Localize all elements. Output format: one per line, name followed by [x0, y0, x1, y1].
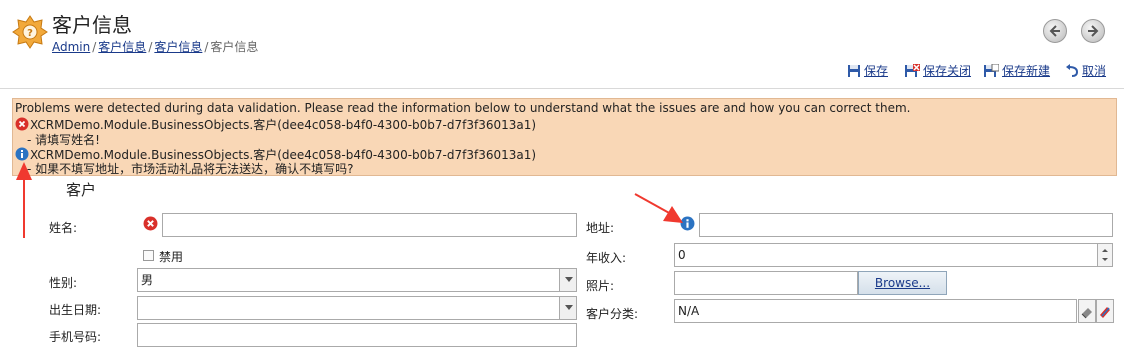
save-new-icon — [984, 63, 1000, 77]
photo-file-path[interactable] — [674, 271, 858, 295]
clear-icon — [1100, 307, 1110, 318]
undo-icon — [1066, 64, 1079, 77]
address-info-icon — [680, 216, 695, 231]
browse-button[interactable]: Browse... — [858, 271, 947, 295]
name-error-icon — [143, 216, 158, 231]
name-input[interactable] — [162, 213, 577, 237]
arrow-right-icon — [1088, 25, 1099, 37]
up-down-arrows-icon — [1102, 249, 1108, 261]
arrow-left-icon — [1049, 25, 1060, 37]
validation-error-item: XCRMDemo.Module.BusinessObjects.客户(dee4c… — [15, 117, 536, 132]
back-button[interactable] — [1043, 19, 1067, 43]
page-title: 客户信息 — [52, 13, 132, 37]
validation-summary-panel: Problems were detected during data valid… — [12, 98, 1117, 176]
disabled-checkbox[interactable] — [143, 250, 154, 261]
save-new-button[interactable]: 保存新建 — [983, 62, 1050, 79]
gender-select-value: 男 — [141, 273, 154, 287]
validation-error-message: - 请填写姓名! — [27, 133, 100, 147]
mobile-label: 手机号码: — [49, 330, 102, 344]
income-label: 年收入: — [586, 251, 627, 265]
save-close-button[interactable]: 保存关闭 — [904, 62, 971, 79]
disabled-label: 禁用 — [159, 250, 184, 264]
forward-button[interactable] — [1081, 19, 1105, 43]
annotation-arrow-right — [634, 193, 683, 223]
income-value: 0 — [678, 248, 686, 262]
svg-text:?: ? — [27, 28, 33, 39]
gender-select[interactable]: 男 — [137, 268, 577, 292]
save-button[interactable]: 保存 — [847, 62, 888, 79]
birthdate-label: 出生日期: — [49, 303, 102, 317]
save-icon — [848, 65, 860, 77]
breadcrumb-customer-info-1[interactable]: 客户信息 — [98, 40, 146, 54]
error-icon — [15, 117, 29, 131]
cancel-button[interactable]: 取消 — [1065, 62, 1106, 79]
address-input[interactable] — [699, 213, 1113, 237]
chevron-down-icon[interactable] — [559, 297, 576, 319]
section-title: 客户 — [66, 181, 97, 199]
eraser-icon — [1081, 308, 1092, 319]
breadcrumb-customer-info-2[interactable]: 客户信息 — [154, 40, 202, 54]
clear-category-button[interactable] — [1096, 299, 1114, 323]
address-label: 地址: — [586, 221, 615, 235]
gender-label: 性别: — [49, 276, 78, 290]
validation-summary-text: Problems were detected during data valid… — [15, 101, 911, 115]
category-label: 客户分类: — [586, 307, 639, 321]
info-icon — [15, 147, 29, 161]
name-label: 姓名: — [49, 221, 78, 235]
breadcrumb-admin[interactable]: Admin — [52, 40, 90, 54]
chevron-down-icon[interactable] — [559, 269, 576, 291]
income-spinner[interactable]: 0 — [674, 243, 1113, 267]
photo-label: 照片: — [586, 279, 615, 293]
breadcrumb-current: 客户信息 — [210, 40, 259, 54]
category-lookup[interactable]: N/A — [674, 299, 1077, 323]
birthdate-picker[interactable] — [137, 296, 577, 320]
validation-info-message: - 如果不填写地址，市场活动礼品将无法送达，确认不填写吗? — [27, 162, 354, 176]
customer-info-logo-icon: ? — [12, 14, 48, 50]
save-close-icon — [905, 64, 920, 77]
spinner-buttons[interactable] — [1097, 244, 1112, 266]
edit-category-button[interactable] — [1078, 299, 1096, 323]
mobile-input[interactable] — [137, 323, 577, 347]
header-divider — [0, 88, 1124, 89]
validation-info-item: XCRMDemo.Module.BusinessObjects.客户(dee4c… — [15, 147, 536, 162]
breadcrumb: Admin / 客户信息 / 客户信息 / 客户信息 — [52, 40, 259, 54]
